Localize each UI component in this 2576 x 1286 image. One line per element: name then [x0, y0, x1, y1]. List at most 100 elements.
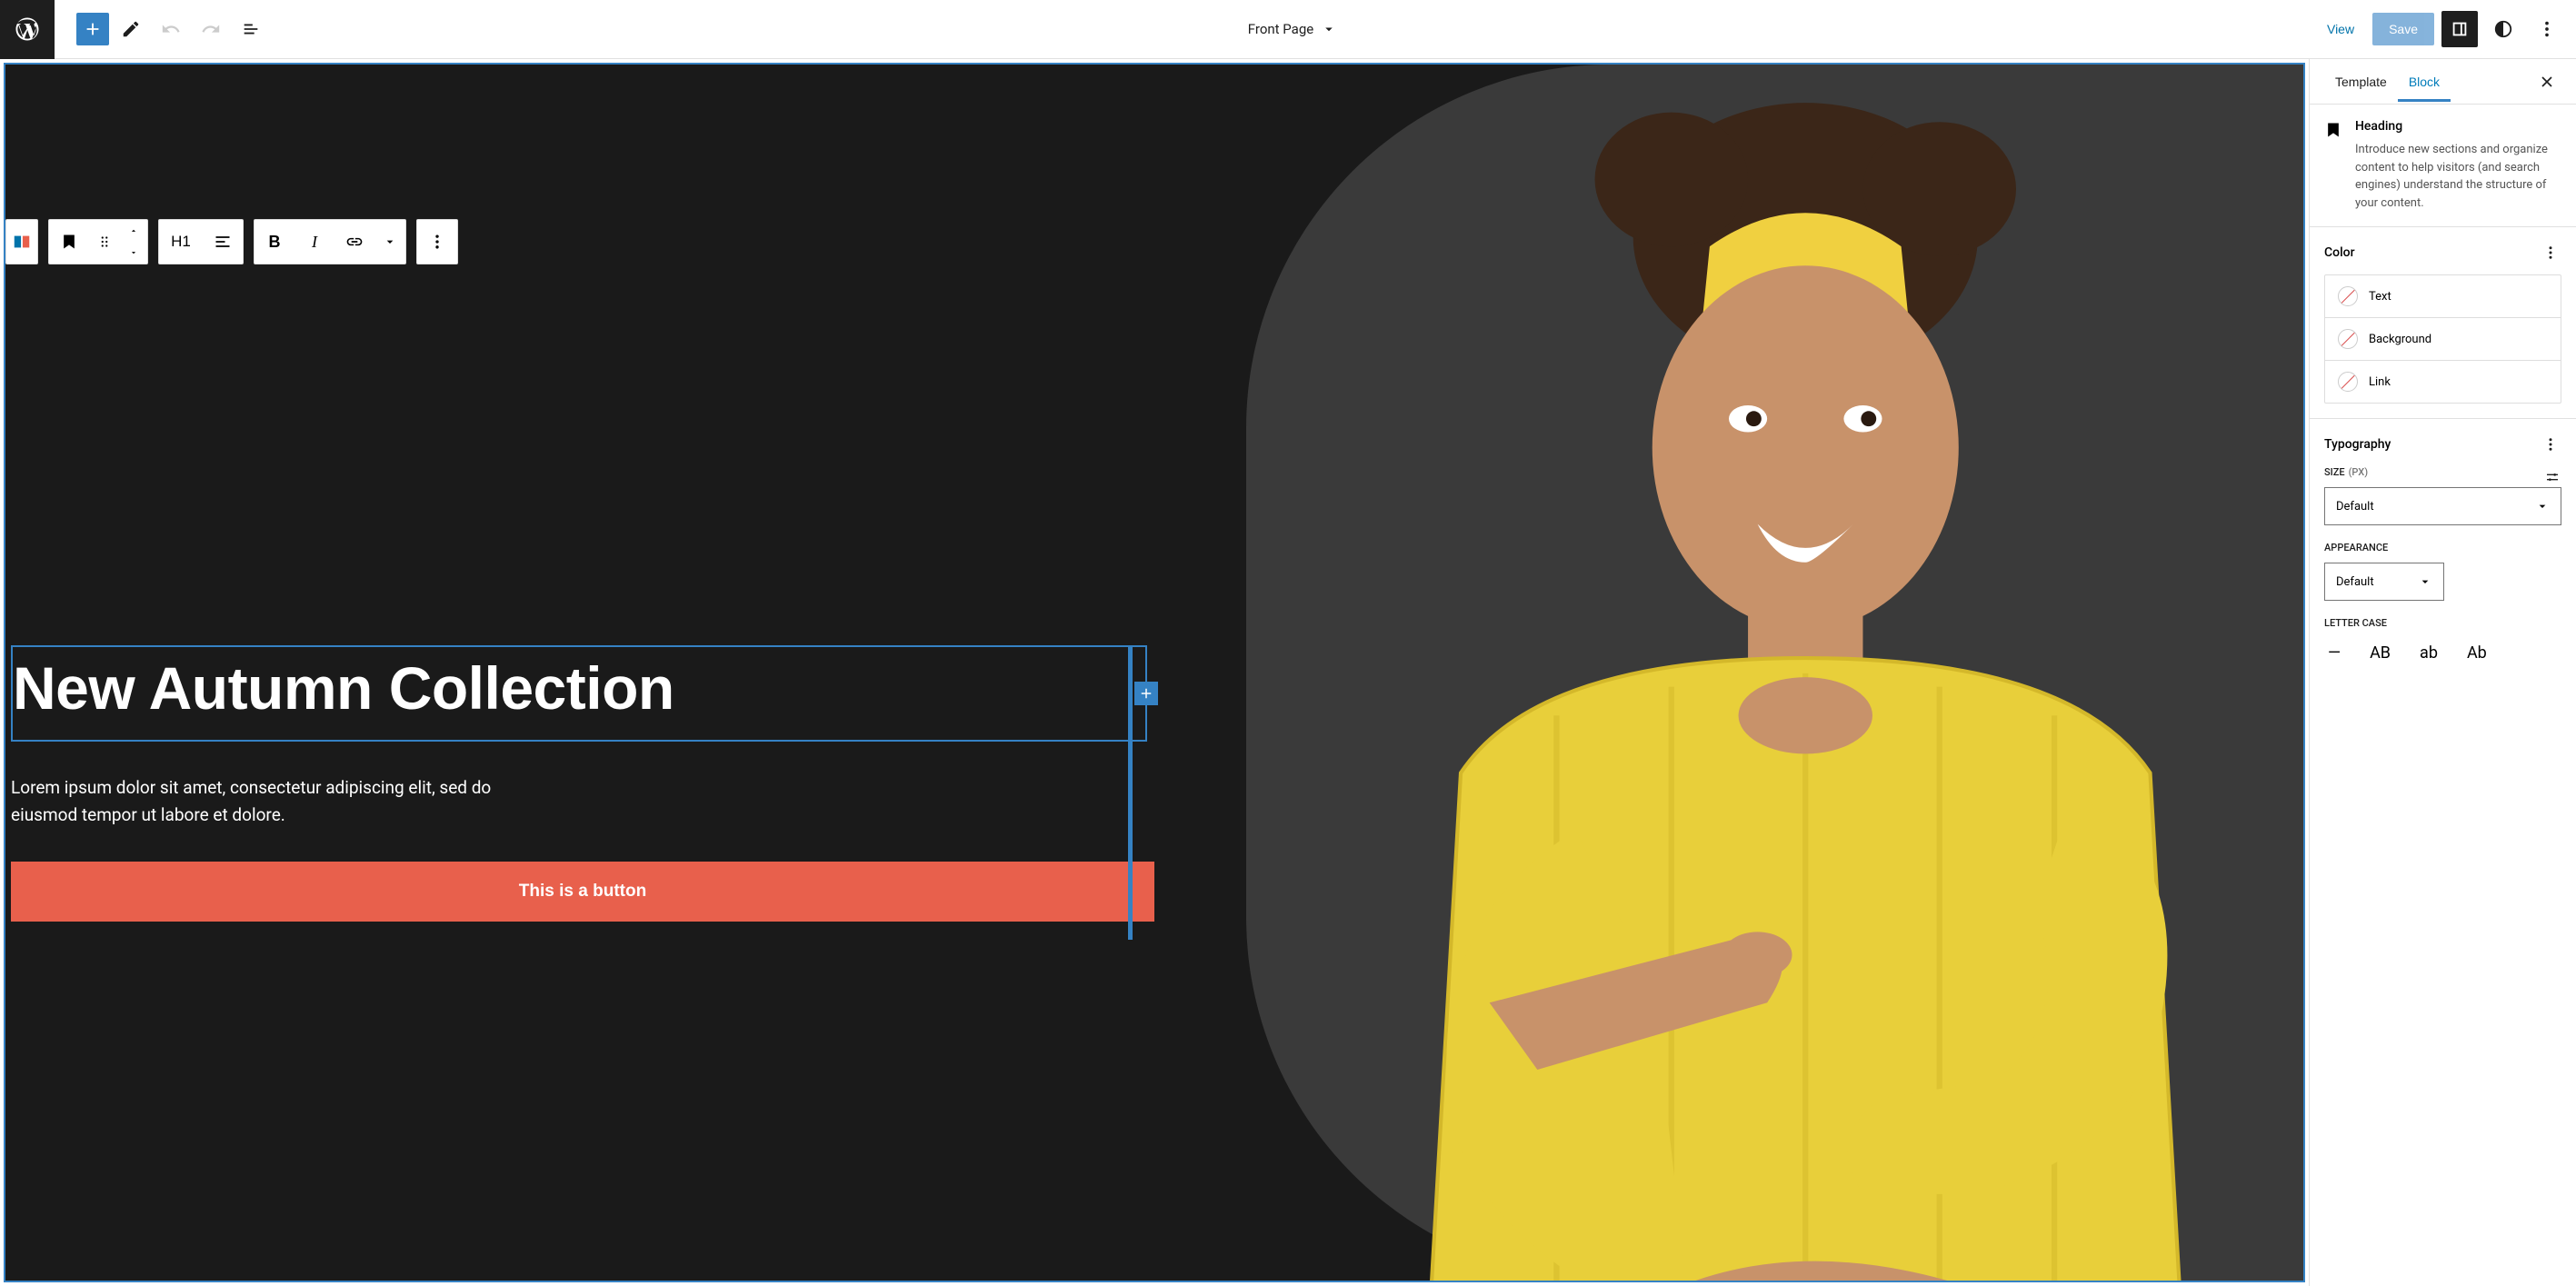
appearance-value: Default	[2336, 575, 2374, 589]
sidebar-tabs: Template Block	[2310, 59, 2576, 105]
canvas-right-column	[1154, 65, 2303, 1281]
heading-text[interactable]: New Autumn Collection	[13, 654, 1138, 723]
document-outline-button[interactable]	[233, 11, 269, 47]
drag-handle[interactable]	[89, 220, 120, 264]
color-background-button[interactable]: Background	[2325, 318, 2561, 361]
sidebar-icon	[2450, 19, 2470, 39]
dots-vertical-icon	[2537, 19, 2557, 39]
letter-case-lower[interactable]: ab	[2416, 638, 2441, 668]
heading-block-icon	[2324, 121, 2342, 212]
hero-image	[1154, 65, 2303, 1281]
editor-canvas-wrapper: H1 B I	[0, 59, 2309, 1286]
chevron-up-icon	[127, 226, 140, 235]
person-illustration-icon	[1154, 65, 2303, 1281]
plus-icon	[1138, 685, 1154, 702]
close-sidebar-button[interactable]	[2532, 67, 2561, 96]
color-link-label: Link	[2369, 375, 2391, 389]
settings-sidebar-toggle[interactable]	[2441, 11, 2478, 47]
list-icon	[241, 19, 261, 39]
color-background-label: Background	[2369, 333, 2431, 346]
settings-sidebar: Template Block Heading Introduce new sec…	[2309, 59, 2576, 1286]
typography-section: Typography SIZE (PX) Default	[2310, 419, 2576, 683]
size-unit: (PX)	[2349, 466, 2368, 478]
undo-button[interactable]	[153, 11, 189, 47]
color-link-button[interactable]: Link	[2325, 361, 2561, 403]
tab-block[interactable]: Block	[2398, 62, 2451, 102]
move-up-button[interactable]	[120, 220, 147, 242]
drag-icon	[96, 234, 113, 250]
page-title: Front Page	[1248, 21, 1313, 37]
letter-case-upper[interactable]: AB	[2366, 638, 2394, 668]
link-button[interactable]	[334, 220, 374, 264]
move-down-button[interactable]	[120, 242, 147, 264]
block-name: Heading	[2355, 119, 2561, 134]
resize-handle-line[interactable]	[1128, 645, 1133, 940]
block-toolbar: H1 B I	[5, 219, 458, 264]
edit-tool-button[interactable]	[113, 11, 149, 47]
chevron-down-icon	[2418, 574, 2432, 589]
undo-icon	[161, 19, 181, 39]
block-type-button[interactable]	[49, 220, 89, 264]
letter-case-capitalize[interactable]: Ab	[2463, 638, 2491, 668]
color-section: Color Text Background	[2310, 227, 2576, 419]
heading-level-button[interactable]: H1	[159, 220, 203, 264]
view-button[interactable]: View	[2316, 15, 2365, 44]
bold-button[interactable]: B	[255, 220, 295, 264]
tab-template[interactable]: Template	[2324, 62, 2398, 102]
wordpress-logo[interactable]	[0, 0, 55, 59]
size-custom-button[interactable]	[2543, 468, 2561, 486]
letter-case-label: LETTER CASE	[2324, 617, 2387, 629]
chevron-down-icon	[383, 234, 397, 249]
color-title: Color	[2324, 245, 2355, 260]
topbar-left-tools	[55, 11, 269, 47]
parent-block-button[interactable]	[6, 220, 37, 264]
close-icon	[2538, 73, 2556, 91]
align-left-icon	[214, 233, 232, 251]
more-format-button[interactable]	[374, 220, 405, 264]
block-description-section: Heading Introduce new sections and organ…	[2310, 105, 2576, 227]
save-button[interactable]: Save	[2372, 13, 2434, 45]
no-color-icon	[2338, 286, 2358, 306]
cta-button-block[interactable]: This is a button	[11, 862, 1154, 922]
pencil-icon	[121, 19, 141, 39]
styles-button[interactable]	[2485, 11, 2521, 47]
block-description: Introduce new sections and organize cont…	[2355, 141, 2561, 212]
italic-button[interactable]: I	[295, 220, 334, 264]
color-options-button[interactable]	[2540, 242, 2561, 264]
paragraph-block[interactable]: Lorem ipsum dolor sit amet, consectetur …	[11, 774, 556, 830]
typography-options-button[interactable]	[2540, 434, 2561, 455]
appearance-select[interactable]: Default	[2324, 563, 2444, 601]
size-value: Default	[2336, 500, 2374, 513]
redo-button[interactable]	[193, 11, 229, 47]
redo-icon	[201, 19, 221, 39]
heading-block-selected[interactable]: New Autumn Collection	[11, 645, 1147, 742]
more-options-button[interactable]	[2529, 11, 2565, 47]
typography-title: Typography	[2324, 437, 2391, 452]
plus-icon	[83, 19, 103, 39]
dots-vertical-icon	[2542, 244, 2559, 261]
appearance-label: APPEARANCE	[2324, 542, 2388, 553]
wordpress-icon	[14, 15, 41, 43]
color-text-label: Text	[2369, 290, 2391, 304]
chevron-down-icon	[127, 248, 140, 257]
chevron-down-icon	[1321, 21, 1337, 37]
heading-icon	[60, 233, 78, 251]
add-block-button[interactable]	[76, 13, 109, 45]
align-button[interactable]	[203, 220, 243, 264]
top-toolbar: Front Page View Save	[0, 0, 2576, 59]
letter-case-none[interactable]: —	[2324, 638, 2344, 668]
heading-icon	[2324, 121, 2342, 139]
block-more-button[interactable]	[417, 220, 457, 264]
link-icon	[345, 233, 364, 251]
columns-icon	[12, 232, 32, 252]
chevron-down-icon	[2535, 499, 2550, 513]
color-text-button[interactable]: Text	[2325, 275, 2561, 318]
contrast-icon	[2493, 19, 2513, 39]
no-color-icon	[2338, 329, 2358, 349]
topbar-right: View Save	[2316, 11, 2576, 47]
no-color-icon	[2338, 372, 2358, 392]
sliders-icon	[2545, 470, 2560, 484]
size-select[interactable]: Default	[2324, 487, 2561, 525]
page-title-dropdown[interactable]: Front Page	[269, 21, 2316, 37]
size-label: SIZE	[2324, 466, 2345, 478]
